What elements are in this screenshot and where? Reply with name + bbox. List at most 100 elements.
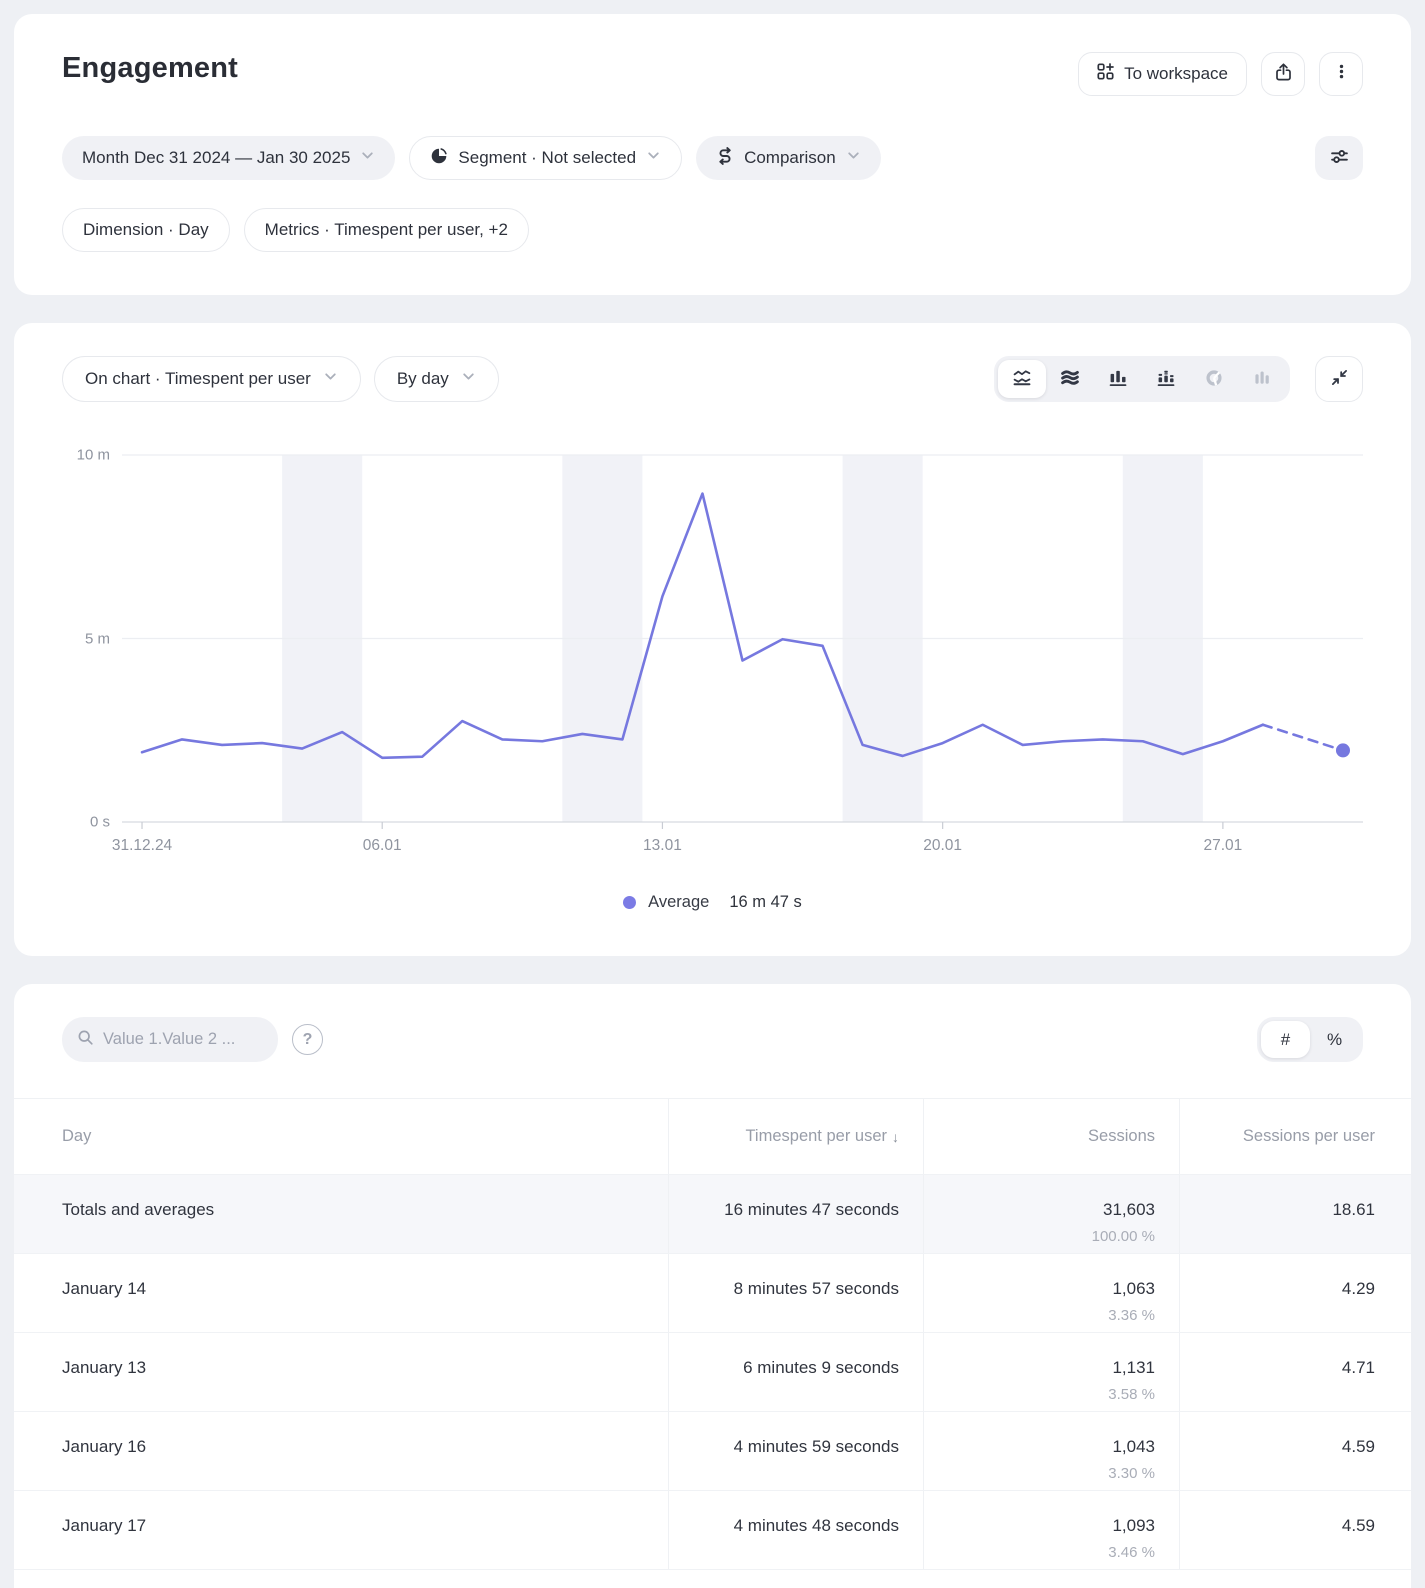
row-day-cell: January 17	[14, 1491, 668, 1569]
table-row-totals[interactable]: Totals and averages 16 minutes 47 second…	[14, 1174, 1411, 1253]
y-axis-tick-label: 10 m	[77, 447, 110, 464]
comparison-swap-icon	[716, 147, 734, 170]
chart-type-area-button[interactable]	[1046, 360, 1094, 398]
percent-mode-button[interactable]: %	[1310, 1021, 1359, 1058]
chart-plot-area: 31.12.2406.0113.0120.0127.01	[122, 449, 1363, 829]
chevron-down-icon	[846, 148, 861, 168]
stacked-area-chart-icon	[1061, 369, 1079, 390]
to-workspace-button[interactable]: To workspace	[1078, 52, 1247, 96]
workspace-grid-plus-icon	[1097, 63, 1114, 85]
chevron-down-icon	[461, 369, 476, 389]
sliders-icon	[1330, 147, 1349, 169]
report-settings-button[interactable]	[1315, 136, 1363, 180]
period-filter-chip[interactable]: Month Dec 31 2024 — Jan 30 2025	[62, 136, 395, 180]
row-sessions-per-user-cell: 4.71	[1179, 1333, 1411, 1411]
share-button[interactable]	[1261, 52, 1305, 96]
chart-type-bars-button[interactable]	[1094, 360, 1142, 398]
bar-chart-icon	[1109, 369, 1127, 390]
row-sessions-cell: 1,043 3.30 %	[923, 1412, 1179, 1490]
column-header-timespent[interactable]: Timespent per user ↓	[668, 1099, 923, 1174]
y-axis-tick-label: 5 m	[85, 630, 110, 647]
to-workspace-label: To workspace	[1124, 64, 1228, 84]
timeseries-chart[interactable]: 10 m 5 m 0 s 31.12.2406.0113.0120.0127.01	[62, 449, 1363, 829]
legend-series-dot	[623, 896, 636, 909]
page-title: Engagement	[62, 52, 238, 85]
x-axis-tick-label: 13.01	[643, 837, 682, 855]
granularity-dropdown[interactable]: By day	[374, 356, 499, 402]
header-card: Engagement To workspace	[14, 14, 1411, 295]
row-sessions-cell: 1,131 3.58 %	[923, 1333, 1179, 1411]
row-sessions-percent: 3.30 %	[924, 1465, 1155, 1482]
column-header-sessions-per-user[interactable]: Sessions per user	[1179, 1099, 1411, 1174]
timeseries-svg	[122, 449, 1363, 829]
row-sessions-percent: 3.36 %	[924, 1307, 1155, 1324]
search-input[interactable]	[103, 1030, 263, 1049]
y-axis-tick-label: 0 s	[90, 814, 110, 831]
collapse-arrows-icon	[1331, 369, 1348, 389]
chart-type-line-button[interactable]	[998, 360, 1046, 398]
chevron-down-icon	[323, 369, 338, 389]
chart-legend: Average 16 m 47 s	[62, 893, 1363, 912]
x-axis-labels: 31.12.2406.0113.0120.0127.01	[122, 837, 1363, 863]
table-search	[62, 1017, 278, 1062]
row-day-cell: January 16	[14, 1412, 668, 1490]
table-row[interactable]: January 17 4 minutes 48 seconds 1,093 3.…	[14, 1490, 1411, 1569]
row-sessions-cell: 1,063 3.36 %	[923, 1254, 1179, 1332]
period-filter-label: Month Dec 31 2024 — Jan 30 2025	[82, 148, 350, 168]
page: Engagement To workspace	[0, 0, 1425, 1588]
x-axis-tick-label: 20.01	[923, 837, 962, 855]
table-row[interactable]: January 13 6 minutes 9 seconds 1,131 3.5…	[14, 1332, 1411, 1411]
table-row[interactable]: January 14 8 minutes 57 seconds 1,063 3.…	[14, 1253, 1411, 1332]
segment-filter-chip[interactable]: Segment · Not selected	[409, 136, 682, 180]
table-header-row: Day Timespent per user ↓ Sessions Sessio…	[14, 1098, 1411, 1174]
metrics-filter-chip[interactable]: Metrics · Timespent per user, +2	[244, 208, 529, 252]
x-axis-tick-label: 31.12.24	[112, 837, 172, 855]
share-icon	[1275, 63, 1292, 86]
x-axis-tick-label: 27.01	[1203, 837, 1242, 855]
more-menu-button[interactable]	[1319, 52, 1363, 96]
donut-chart-icon	[1205, 369, 1223, 390]
on-chart-metric-dropdown[interactable]: On chart · Timespent per user	[62, 356, 361, 402]
question-mark-icon: ?	[303, 1031, 313, 1049]
row-sessions-cell: 31,603 100.00 %	[923, 1175, 1179, 1253]
segment-pie-icon	[430, 147, 448, 170]
chart-card: On chart · Timespent per user By day	[14, 323, 1411, 956]
comparison-filter-chip[interactable]: Comparison	[696, 136, 881, 180]
line-chart-icon	[1013, 369, 1031, 390]
comparison-filter-label: Comparison	[744, 148, 836, 168]
table-row[interactable]: January 16 4 minutes 59 seconds 1,043 3.…	[14, 1411, 1411, 1490]
collapse-chart-button[interactable]	[1315, 356, 1363, 402]
row-day-cell: January 14	[14, 1254, 668, 1332]
chart-type-stacked-bars-button[interactable]	[1142, 360, 1190, 398]
series-endpoint-dot	[1336, 743, 1350, 757]
row-sessions-percent: 100.00 %	[924, 1228, 1155, 1245]
row-timespent-cell: 6 minutes 9 seconds	[668, 1333, 923, 1411]
row-sessions-percent: 3.46 %	[924, 1544, 1155, 1561]
row-sessions-cell: 1,093 3.46 %	[923, 1491, 1179, 1569]
table-card: ? # % Day Timespent per user ↓ Sessions	[14, 984, 1411, 1588]
chevron-down-icon	[360, 148, 375, 168]
row-sessions-percent: 3.58 %	[924, 1386, 1155, 1403]
help-button[interactable]: ?	[292, 1024, 323, 1055]
row-timespent-cell: 16 minutes 47 seconds	[668, 1175, 923, 1253]
chart-type-donut-button[interactable]	[1190, 360, 1238, 398]
row-sessions-per-user-cell: 4.29	[1179, 1254, 1411, 1332]
series-line-dashed	[1263, 725, 1343, 751]
number-percent-toggle: # %	[1257, 1017, 1363, 1062]
dimension-filter-chip[interactable]: Dimension · Day	[62, 208, 230, 252]
table-row-partial	[14, 1569, 1411, 1588]
search-icon	[77, 1029, 94, 1051]
row-timespent-cell: 4 minutes 59 seconds	[668, 1412, 923, 1490]
column-header-day[interactable]: Day	[14, 1099, 668, 1174]
numbers-mode-button[interactable]: #	[1261, 1021, 1310, 1058]
chevron-down-icon	[646, 148, 661, 168]
row-timespent-cell: 8 minutes 57 seconds	[668, 1254, 923, 1332]
row-sessions-per-user-cell: 4.59	[1179, 1491, 1411, 1569]
column-header-sessions[interactable]: Sessions	[923, 1099, 1179, 1174]
chart-type-columns-button[interactable]	[1238, 360, 1286, 398]
sort-descending-icon: ↓	[892, 1129, 899, 1145]
table-body: Totals and averages 16 minutes 47 second…	[14, 1174, 1411, 1569]
row-sessions-per-user-cell: 4.59	[1179, 1412, 1411, 1490]
row-timespent-cell: 4 minutes 48 seconds	[668, 1491, 923, 1569]
on-chart-metric-label: On chart · Timespent per user	[85, 369, 311, 389]
